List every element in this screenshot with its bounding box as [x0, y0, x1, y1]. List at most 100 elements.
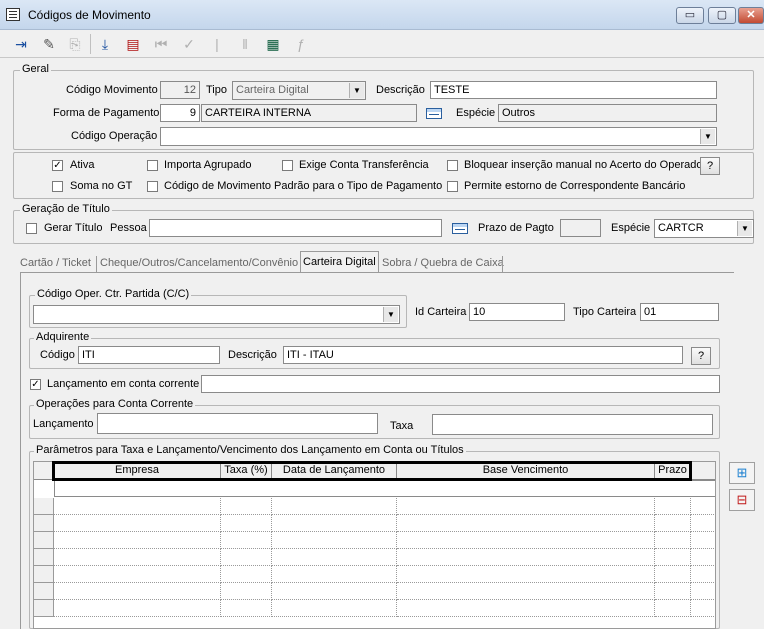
parametros-grid[interactable]: Empresa Taxa (%) Data de Lançamento Base… [33, 461, 716, 629]
grid-cell[interactable] [655, 549, 691, 566]
especie-titulo-select[interactable]: CARTCR ▼ [654, 219, 754, 238]
grid-cell[interactable] [397, 515, 655, 532]
grid-cell[interactable] [272, 515, 397, 532]
confirm-icon[interactable]: ✓ [177, 32, 201, 56]
grid-cell[interactable] [54, 532, 221, 549]
row-header[interactable] [34, 532, 54, 549]
row-header[interactable] [34, 549, 54, 566]
lookup-icon[interactable] [423, 104, 445, 122]
grid-cell[interactable] [272, 583, 397, 600]
grid-cell[interactable] [691, 600, 715, 617]
lookup-icon[interactable] [449, 219, 471, 237]
grid-cell[interactable] [397, 583, 655, 600]
pause-icon[interactable]: ‖ [233, 32, 257, 56]
grid-cell[interactable] [397, 566, 655, 583]
id-carteira-field[interactable]: 10 [469, 303, 565, 321]
grid-cell[interactable] [221, 549, 272, 566]
cancel-icon[interactable]: | [205, 32, 229, 56]
grid-cell[interactable] [272, 566, 397, 583]
descricao-adquirente-field[interactable]: ITI - ITAU [283, 346, 683, 364]
row-header[interactable] [34, 600, 54, 617]
list-icon[interactable]: ▦ [261, 32, 285, 56]
maximize-button[interactable]: ▢ [708, 7, 736, 24]
grid-cell[interactable] [272, 532, 397, 549]
grid-cell[interactable] [272, 549, 397, 566]
bloquear-checkbox[interactable] [447, 160, 458, 171]
padrao-checkbox[interactable] [147, 181, 158, 192]
tab-sobra-quebra[interactable]: Sobra / Quebra de Caixa [380, 253, 506, 273]
forma-pagamento-code[interactable]: 9 [160, 104, 200, 122]
grid-cell[interactable] [655, 498, 691, 515]
tipo-carteira-field[interactable]: 01 [640, 303, 719, 321]
ativa-checkbox[interactable]: ✓ [52, 160, 63, 171]
grid-cell[interactable] [221, 532, 272, 549]
grid-cell[interactable] [655, 515, 691, 532]
codigo-adquirente-field[interactable]: ITI [78, 346, 220, 364]
tab-cartao-ticket[interactable]: Cartão / Ticket [18, 253, 93, 273]
codigo-movimento-field[interactable]: 12 [160, 81, 200, 99]
row-header[interactable] [34, 566, 54, 583]
grid-cell[interactable] [54, 600, 221, 617]
grid-cell[interactable] [272, 498, 397, 515]
grid-cell[interactable] [54, 498, 221, 515]
taxa-field[interactable] [432, 414, 713, 435]
grid-cell[interactable] [397, 532, 655, 549]
partida-select[interactable]: ▼ [33, 305, 400, 324]
grid-cell[interactable] [221, 498, 272, 515]
grid-cell[interactable] [655, 600, 691, 617]
grid-cell[interactable] [691, 515, 715, 532]
grid-cell[interactable] [691, 583, 715, 600]
grid-cell[interactable] [655, 566, 691, 583]
descricao-field[interactable]: TESTE [430, 81, 717, 99]
exige-conta-checkbox[interactable] [282, 160, 293, 171]
importa-agrupado-checkbox[interactable] [147, 160, 158, 171]
grid-cell[interactable] [397, 549, 655, 566]
new-row-editor[interactable] [54, 480, 715, 497]
grid-cell[interactable] [655, 532, 691, 549]
report-icon[interactable]: ƒ [289, 32, 313, 56]
grid-cell[interactable] [691, 566, 715, 583]
save-icon[interactable]: ⤓ [93, 32, 117, 56]
codigo-operacao-select[interactable]: ▼ [160, 127, 717, 146]
grid-cell[interactable] [691, 498, 715, 515]
grid-cell[interactable] [221, 600, 272, 617]
grid-cell[interactable] [397, 600, 655, 617]
grid-cell[interactable] [54, 549, 221, 566]
tab-cheque-outros[interactable]: Cheque/Outros/Cancelamento/Convênio [98, 253, 300, 273]
pessoa-field[interactable] [149, 219, 442, 237]
grid-cell[interactable] [54, 583, 221, 600]
grid-cell[interactable] [691, 549, 715, 566]
grid-cell[interactable] [221, 583, 272, 600]
tab-carteira-digital[interactable]: Carteira Digital [300, 251, 379, 273]
permite-estorno-checkbox[interactable] [447, 181, 458, 192]
gerar-titulo-checkbox[interactable] [26, 223, 37, 234]
row-header[interactable] [34, 515, 54, 532]
grid-cell[interactable] [655, 583, 691, 600]
lancamento-cc-field[interactable] [201, 375, 720, 393]
exit-icon[interactable]: ⇥ [9, 32, 33, 56]
lancamento-field[interactable] [97, 413, 378, 434]
grid-cell[interactable] [397, 498, 655, 515]
row-header[interactable] [34, 498, 54, 515]
first-record-icon[interactable]: ⏮ [149, 32, 173, 56]
row-header[interactable] [34, 583, 54, 600]
remove-row-icon[interactable]: ⊟ [729, 489, 755, 511]
soma-gt-checkbox[interactable] [52, 181, 63, 192]
grid-cell[interactable] [221, 566, 272, 583]
close-button[interactable]: ✕ [738, 7, 764, 24]
add-row-icon[interactable]: ⊞ [729, 462, 755, 484]
copy-icon[interactable]: ⎘ [63, 32, 87, 56]
grid-cell[interactable] [54, 515, 221, 532]
help-button[interactable]: ? [691, 347, 711, 365]
grid-cell[interactable] [54, 566, 221, 583]
grid-cell[interactable] [691, 532, 715, 549]
lancamento-cc-checkbox[interactable]: ✓ [30, 379, 41, 390]
tipo-select[interactable]: Carteira Digital ▼ [232, 81, 366, 100]
prazo-pagto-field[interactable] [560, 219, 601, 237]
help-button[interactable]: ? [700, 157, 720, 175]
edit-icon[interactable]: ✎ [37, 32, 61, 56]
grid-cell[interactable] [221, 515, 272, 532]
minimize-button[interactable]: ▭ [676, 7, 704, 24]
grid-cell[interactable] [272, 600, 397, 617]
delete-icon[interactable]: ▤ [121, 32, 145, 56]
